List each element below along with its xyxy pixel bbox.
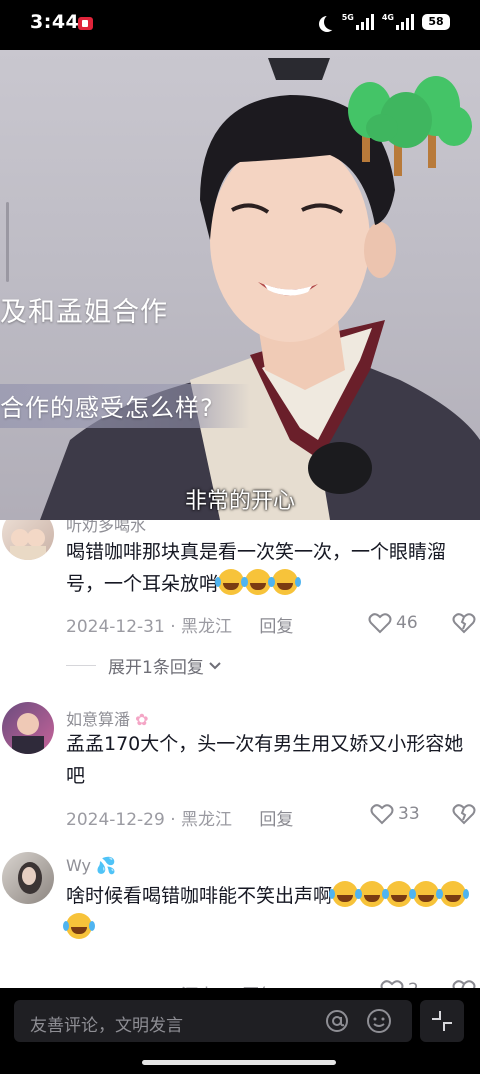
like-count: 33	[398, 804, 420, 824]
chevron-down-icon	[209, 661, 221, 669]
like-button[interactable]: 46	[368, 612, 418, 634]
emoji-laugh-cry-icon	[356, 881, 386, 907]
comment-date: 2024-12-29	[66, 810, 165, 830]
comment-username[interactable]: 如意算潘 ✿	[66, 706, 149, 730]
reply-button[interactable]: 回复	[259, 810, 293, 830]
comments-list[interactable]: 听劝多喝水 喝错咖啡那块真是看一次笑一次，一个眼睛溜号，一个耳朵放哨 2024-…	[0, 520, 480, 990]
comment-input-placeholder: 友善评论，文明发言	[30, 1016, 183, 1036]
comment-meta: 2024-12-29 · 黑龙江 回复	[66, 805, 293, 830]
emoji-laugh-cry-icon	[63, 913, 92, 939]
do-not-disturb-moon-icon	[324, 14, 340, 30]
emoji-laugh-cry-icon	[437, 881, 467, 907]
avatar[interactable]	[2, 702, 54, 754]
battery-indicator: 58	[422, 14, 450, 30]
avatar-image	[10, 529, 46, 560]
status-time: 3:44	[30, 11, 80, 33]
comment-meta: 2024-12-31 · 黑龙江 回复	[66, 612, 293, 637]
avatar-image	[18, 862, 42, 894]
emoji-laugh-cry-icon	[215, 569, 245, 595]
emoji-laugh-cry-icon	[242, 569, 272, 595]
status-indicators: 5G 4G 58	[318, 14, 450, 30]
comment-location: 黑龙江	[181, 810, 233, 830]
emoji-laugh-cry-icon	[269, 569, 299, 595]
comment-text: 啥时候看喝错咖啡能不笑出声啊	[63, 880, 476, 944]
water-drops-icon: 💦	[96, 856, 117, 875]
expand-replies-button[interactable]: 展开1条回复	[66, 653, 222, 678]
video-caption-question: 合作的感受怎么样?	[0, 394, 214, 422]
expand-replies-label: 展开1条回复	[108, 658, 204, 678]
meta-separator: ·	[164, 810, 182, 830]
reply-button[interactable]: 回复	[259, 617, 293, 637]
collapse-arrows-icon	[432, 1011, 452, 1031]
signal-4g: 4G	[382, 14, 414, 30]
like-button[interactable]: 33	[370, 803, 420, 825]
signal-bars-icon	[355, 14, 374, 30]
status-bar: 3:44 5G 4G 58	[0, 0, 480, 50]
at-mention-icon[interactable]	[324, 1008, 350, 1034]
comment-input-bar: 友善评论，文明发言	[0, 988, 480, 1074]
video-edge-bar	[6, 202, 9, 282]
flower-icon: ✿	[135, 710, 149, 729]
signal-bars-icon	[396, 14, 414, 30]
broken-heart-icon[interactable]	[452, 803, 476, 825]
video-player[interactable]: 及和孟姐合作 合作的感受怎么样? 非常的开心	[0, 50, 480, 520]
video-question-banner: 合作的感受怎么样?	[0, 384, 250, 428]
comment-input[interactable]: 友善评论，文明发言	[14, 1000, 412, 1042]
like-count: 46	[396, 613, 418, 633]
screen-record-icon	[78, 17, 93, 30]
comment-username[interactable]: Wy 💦	[66, 856, 116, 875]
trees-sticker-icon	[348, 76, 472, 176]
comment-text: 喝错咖啡那块真是看一次笑一次，一个眼睛溜号，一个耳朵放哨	[66, 541, 447, 595]
comment-username[interactable]: 听劝多喝水	[66, 520, 146, 536]
home-indicator[interactable]	[142, 1060, 336, 1065]
divider	[66, 665, 96, 666]
collapse-comments-button[interactable]	[420, 1000, 464, 1042]
video-subtitle: 非常的开心	[184, 489, 295, 514]
emoji-laugh-cry-icon	[329, 881, 359, 907]
avatar[interactable]	[2, 852, 54, 904]
comment-text: 孟孟170大个，头一次有男生用又娇又小形容她吧	[66, 733, 464, 787]
signal-5g: 5G	[342, 14, 374, 30]
comment-date: 2024-12-31	[66, 617, 165, 637]
emoji-laugh-cry-icon	[410, 881, 440, 907]
broken-heart-icon[interactable]	[452, 612, 476, 634]
heart-icon	[368, 613, 392, 634]
avatar-image	[12, 713, 44, 754]
heart-icon	[370, 804, 394, 825]
avatar[interactable]	[2, 520, 54, 560]
video-caption-top: 及和孟姐合作	[0, 297, 168, 328]
meta-separator: ·	[164, 617, 182, 637]
emoji-smile-icon[interactable]	[366, 1008, 392, 1034]
emoji-laugh-cry-icon	[383, 881, 413, 907]
comment-location: 黑龙江	[181, 617, 233, 637]
